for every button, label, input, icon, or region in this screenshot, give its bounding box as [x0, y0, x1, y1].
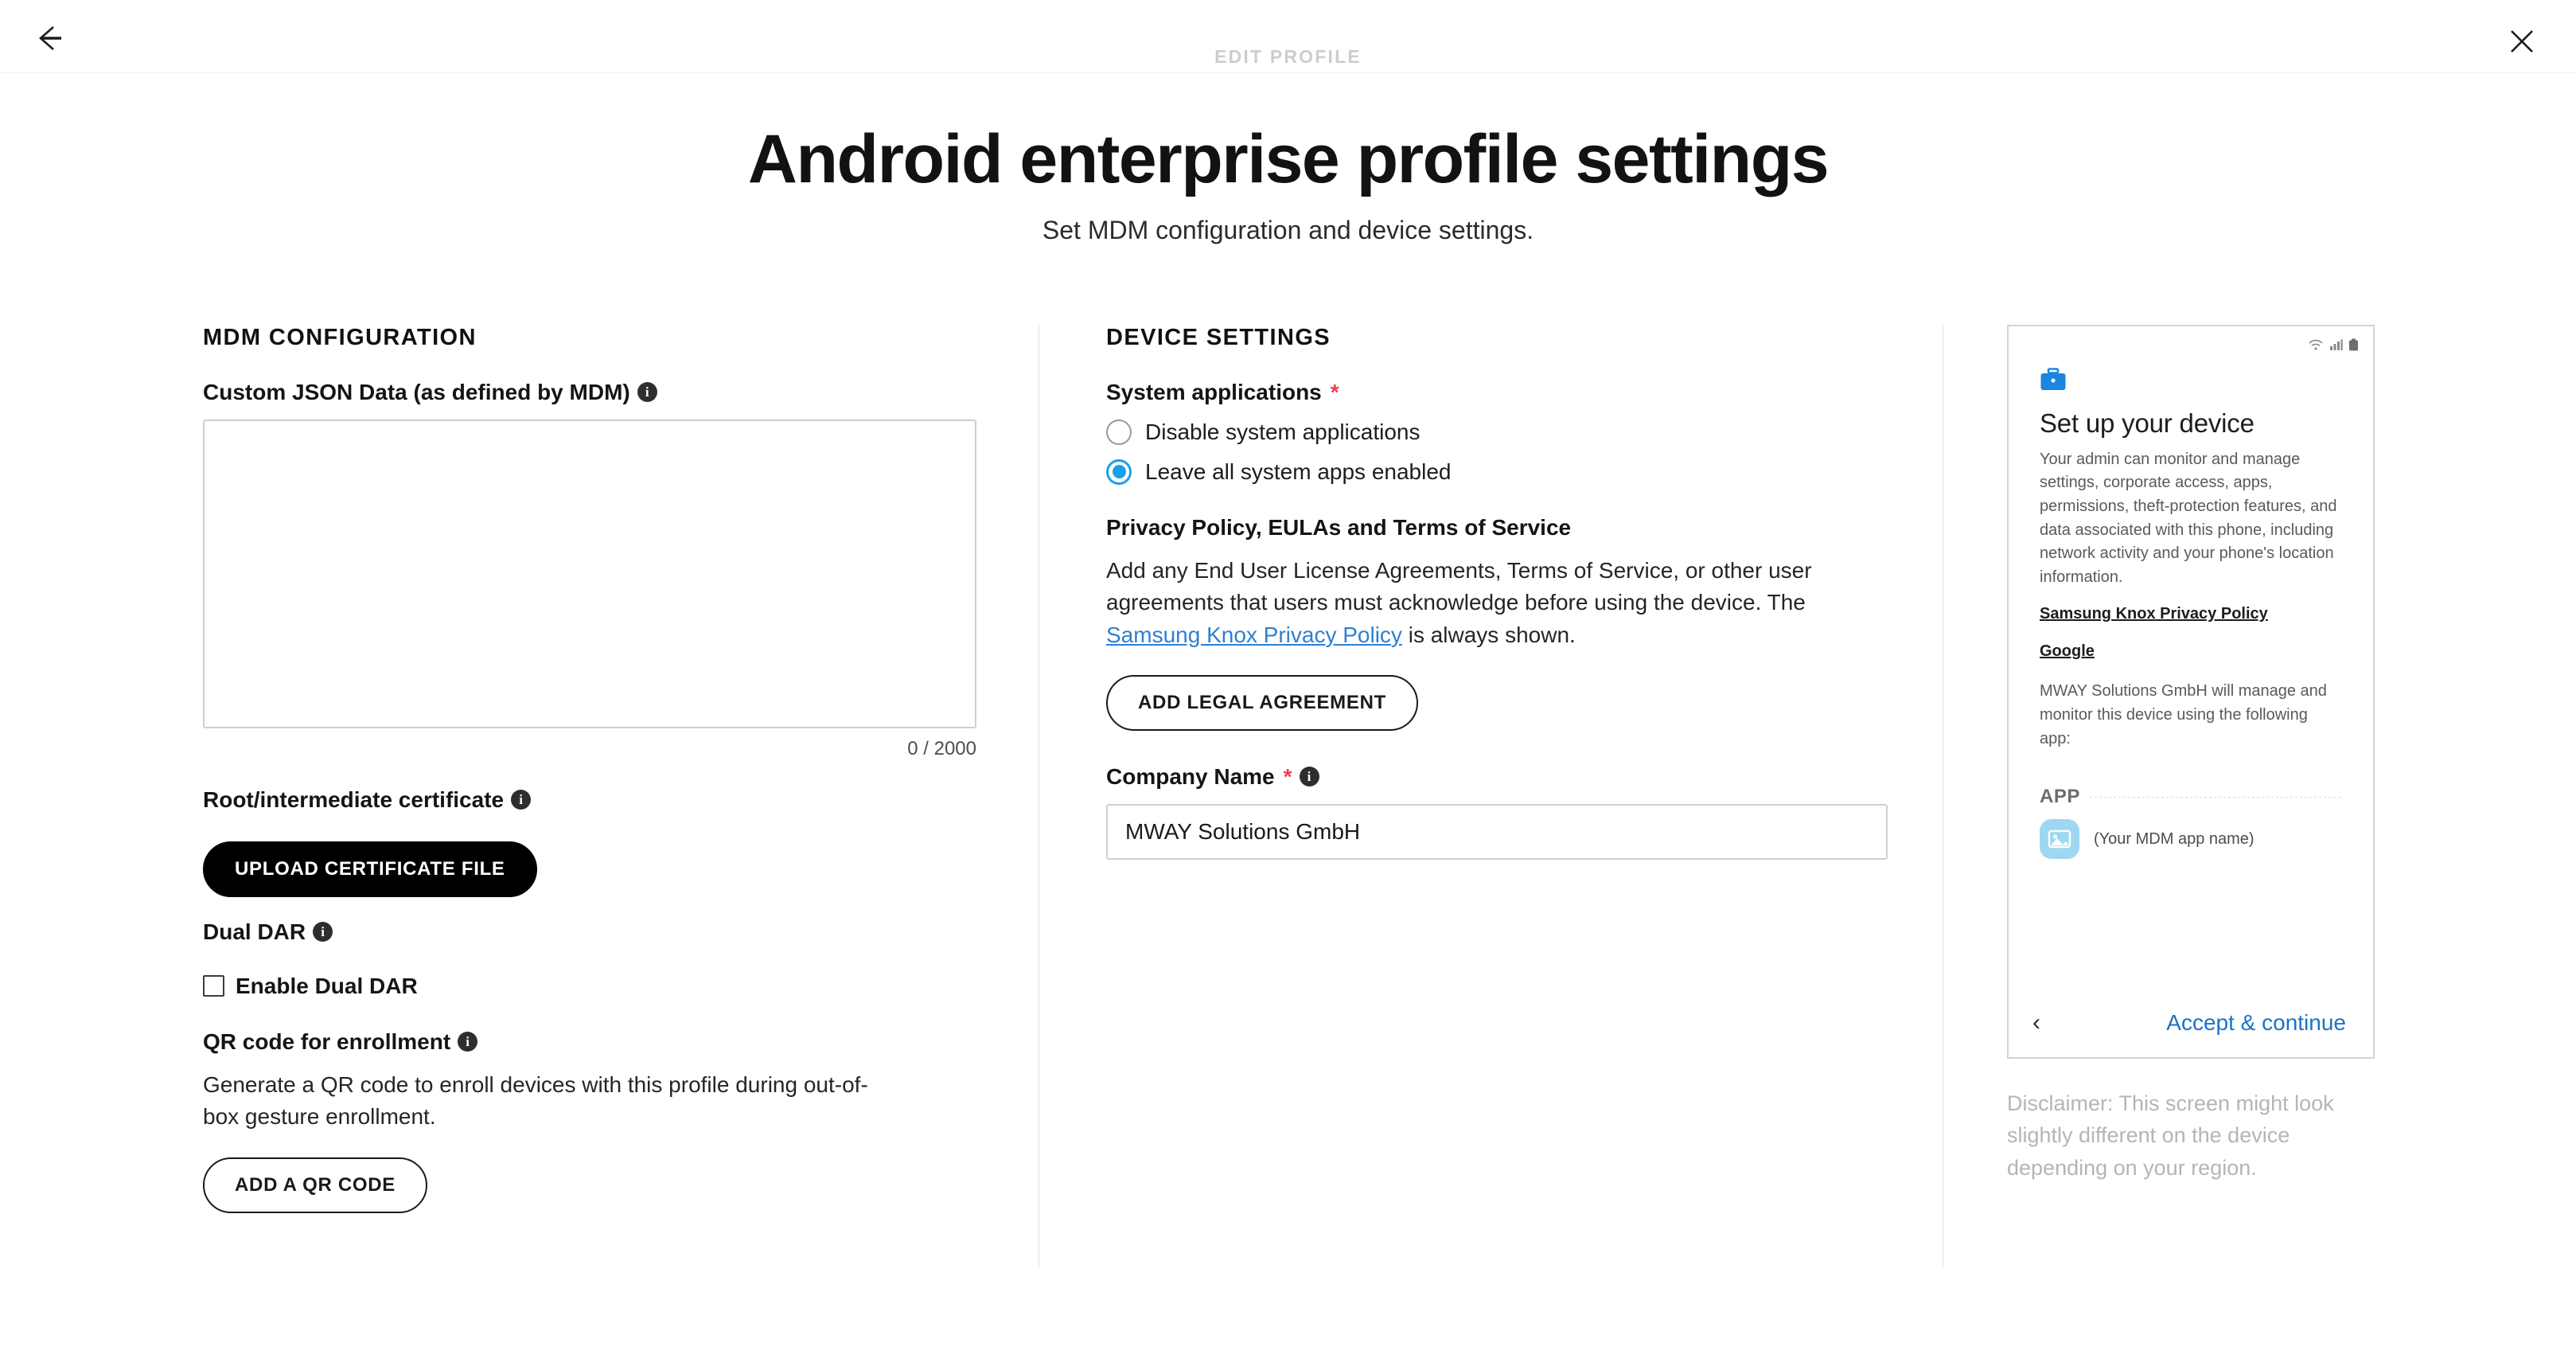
page-header: Android enterprise profile settings Set …: [0, 73, 2576, 245]
custom-json-label: Custom JSON Data (as defined by MDM) i: [203, 380, 991, 405]
required-asterisk: *: [1330, 379, 1339, 404]
app-row: (Your MDM app name): [2040, 819, 2342, 860]
chevron-left-icon[interactable]: ‹: [2032, 1010, 2040, 1035]
radio-disable-system-applications[interactable]: Disable system applications: [1106, 419, 1902, 445]
battery-icon: [2349, 338, 2358, 351]
wifi-icon: [2309, 339, 2323, 350]
page-title: Android enterprise profile settings: [747, 121, 1830, 197]
certificate-label-text: Root/intermediate certificate: [203, 786, 505, 812]
device-manage-text: MWAY Solutions GmbH will manage and moni…: [2040, 682, 2327, 747]
radio-label: Leave all system apps enabled: [1145, 459, 1452, 484]
privacy-text-before: Add any End User License Agreements, Ter…: [1106, 557, 1812, 615]
privacy-text-after: is always shown.: [1401, 622, 1576, 647]
qr-code-description: Generate a QR code to enroll devices wit…: [203, 1071, 868, 1130]
mdm-configuration-column: MDM CONFIGURATION Custom JSON Data (as d…: [203, 325, 991, 1213]
briefcase-icon-wrap: [2040, 368, 2342, 396]
dual-dar-label-text: Dual DAR: [203, 919, 306, 944]
add-qr-code-button[interactable]: ADD A QR CODE: [203, 1157, 427, 1213]
device-settings-section-title: DEVICE SETTINGS: [1106, 324, 1331, 350]
close-button[interactable]: [2504, 24, 2539, 59]
info-icon[interactable]: i: [313, 922, 333, 943]
required-asterisk: *: [1283, 763, 1292, 789]
company-name-input[interactable]: [1106, 803, 1888, 860]
device-preview-body-text: Your admin can monitor and manage settin…: [2040, 450, 2337, 586]
info-icon[interactable]: i: [511, 790, 532, 810]
image-placeholder-icon: [2040, 819, 2079, 860]
character-counter: 0 / 2000: [907, 737, 976, 759]
app-name-label: (Your MDM app name): [2094, 829, 2254, 848]
page-subtitle: Set MDM configuration and device setting…: [1042, 215, 1534, 244]
dual-dar-label: Dual DAR i: [203, 919, 991, 945]
close-icon: [2511, 30, 2533, 53]
radio-button[interactable]: [1106, 419, 1132, 445]
privacy-policy-description: Add any End User License Agreements, Ter…: [1106, 555, 1814, 651]
device-preview-body: Set up your device Your admin can monito…: [2009, 353, 2373, 860]
topbar: EDIT PROFILE: [0, 0, 2576, 73]
company-name-label: Company Name * i: [1106, 764, 1902, 790]
device-preview-heading: Set up your device: [2040, 408, 2254, 438]
system-applications-label: System applications *: [1106, 380, 1902, 405]
qr-code-label-text: QR code for enrollment: [203, 1028, 451, 1054]
device-knox-privacy-policy-link[interactable]: Samsung Knox Privacy Policy: [2040, 605, 2342, 623]
enable-dual-dar-checkbox[interactable]: [203, 975, 224, 997]
custom-json-input[interactable]: [203, 419, 976, 728]
app-section-header: APP: [2040, 786, 2342, 808]
info-icon[interactable]: i: [458, 1032, 478, 1052]
enable-dual-dar-label: Enable Dual DAR: [236, 973, 418, 998]
info-icon[interactable]: i: [1299, 767, 1319, 787]
device-preview: Set up your device Your admin can monito…: [2007, 324, 2375, 1059]
device-preview-footer: ‹ Accept & continue: [2009, 989, 2373, 1057]
enable-dual-dar-checkbox-row[interactable]: Enable Dual DAR: [203, 974, 991, 999]
custom-json-label-text: Custom JSON Data (as defined by MDM): [203, 379, 630, 404]
image-glyph-icon: [2048, 830, 2071, 849]
info-icon[interactable]: i: [637, 382, 657, 403]
upload-certificate-button[interactable]: UPLOAD CERTIFICATE FILE: [203, 841, 537, 897]
radio-label: Disable system applications: [1145, 419, 1421, 444]
privacy-policy-heading: Privacy Policy, EULAs and Terms of Servi…: [1106, 514, 1572, 540]
app-section-label: APP: [2040, 786, 2080, 808]
radio-leave-system-apps-enabled[interactable]: Leave all system apps enabled: [1106, 459, 1902, 485]
form-columns: MDM CONFIGURATION Custom JSON Data (as d…: [0, 324, 2576, 1280]
samsung-knox-privacy-policy-link[interactable]: Samsung Knox Privacy Policy: [1106, 623, 1402, 647]
device-google-link[interactable]: Google: [2040, 642, 2342, 661]
signal-icon: [2330, 339, 2343, 350]
accept-and-continue-button[interactable]: Accept & continue: [2166, 1010, 2346, 1036]
add-legal-agreement-button[interactable]: ADD LEGAL AGREEMENT: [1106, 674, 1418, 731]
company-name-label-text: Company Name: [1106, 763, 1275, 789]
system-applications-label-text: System applications: [1106, 379, 1322, 404]
mdm-section-title: MDM CONFIGURATION: [203, 324, 477, 350]
device-preview-column: Set up your device Your admin can monito…: [2007, 324, 2375, 1185]
briefcase-icon: [2040, 368, 2066, 390]
radio-button[interactable]: [1106, 459, 1132, 485]
page-kicker: EDIT PROFILE: [1214, 46, 1362, 67]
app-section-rule: [2089, 796, 2342, 798]
device-settings-column: DEVICE SETTINGS System applications * Di…: [1106, 325, 1902, 860]
preview-disclaimer: Disclaimer: This screen might look sligh…: [2007, 1091, 2334, 1180]
device-status-bar: [2009, 326, 2373, 353]
certificate-label: Root/intermediate certificate i: [203, 787, 991, 813]
qr-code-label: QR code for enrollment i: [203, 1029, 991, 1055]
